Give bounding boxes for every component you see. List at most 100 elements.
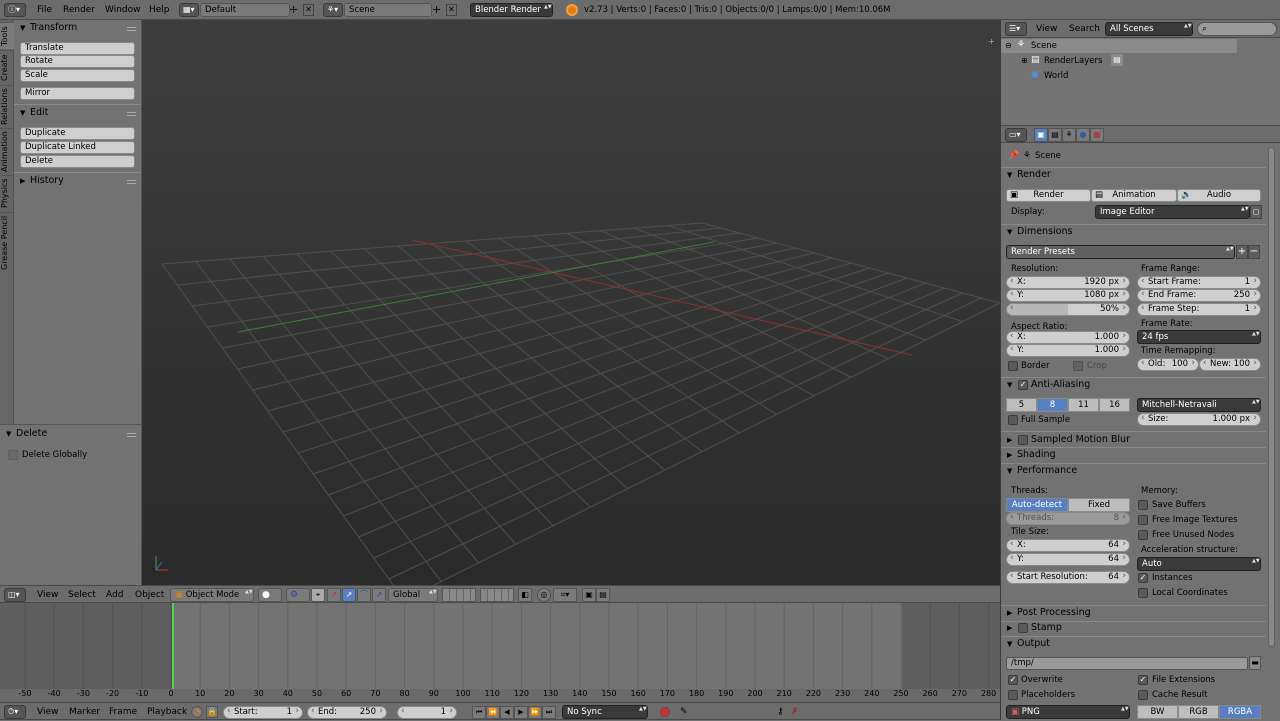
rotate-manipulator-icon[interactable]: ↗ [342, 588, 356, 602]
acceleration-structure-dropdown[interactable]: Auto [1137, 557, 1261, 571]
mirror-button[interactable]: Mirror [20, 87, 135, 100]
panel-header-delete[interactable]: ▼ Delete [6, 426, 47, 442]
resolution-percentage-slider[interactable]: 50% [1006, 303, 1130, 316]
output-path-field[interactable]: /tmp/ [1006, 657, 1248, 670]
insert-keyframe-icon[interactable]: ⚷ [777, 705, 791, 719]
properties-scrollbar[interactable] [1268, 147, 1275, 647]
audio-button[interactable]: 🔈 Audio [1177, 189, 1261, 202]
tab-tools[interactable]: Tools [0, 22, 14, 49]
display-filter-dropdown[interactable]: All Scenes [1105, 22, 1193, 36]
panel-header-post-processing[interactable]: ▶ Post Processing [1007, 605, 1091, 621]
lock-layers-icon[interactable]: ◧ [518, 588, 532, 602]
panel-header-edit[interactable]: ▼ Edit [20, 105, 48, 121]
menu-file[interactable]: File [37, 0, 52, 20]
stamp-checkbox[interactable] [1018, 623, 1028, 633]
threads-fixed-button[interactable]: Fixed [1068, 498, 1130, 512]
threads-count-field[interactable]: Threads: 8 [1006, 512, 1130, 525]
lock-interface-icon[interactable]: ▢ [1250, 205, 1262, 219]
viewport-shading-icon[interactable]: ● [258, 588, 282, 602]
menu-marker[interactable]: Marker [69, 703, 100, 721]
color-rgb-button[interactable]: RGB [1178, 705, 1219, 719]
context-scene-icon[interactable]: ⚘ [1062, 128, 1076, 142]
border-checkbox[interactable] [1008, 361, 1018, 371]
overwrite-checkbox[interactable]: ✓ [1008, 675, 1018, 685]
sync-mode-dropdown[interactable]: No Sync [562, 705, 648, 719]
mode-dropdown[interactable]: ▣ Object Mode [170, 588, 254, 602]
tab-animation[interactable]: Animation [0, 128, 14, 174]
context-world-icon[interactable]: ● [1076, 128, 1090, 142]
keying-set-icon[interactable]: ✎ [680, 705, 694, 719]
remap-new-field[interactable]: New:100 [1199, 358, 1261, 371]
display-dropdown[interactable]: Image Editor [1095, 205, 1250, 219]
render-anim-icon[interactable]: ▤ [596, 588, 610, 602]
file-extensions-checkbox[interactable]: ✓ [1138, 675, 1148, 685]
delete-keyframe-icon[interactable]: ✗ [791, 705, 805, 719]
placeholders-checkbox[interactable] [1008, 690, 1018, 700]
screen-layout-field[interactable]: Default [200, 3, 290, 17]
pivot-point-icon[interactable]: ⚙ [286, 588, 310, 602]
menu-add[interactable]: Add [106, 586, 123, 604]
render-engine-dropdown[interactable]: Blender Render [470, 3, 553, 17]
editor-type-timeline-icon[interactable]: ⏱▾ [4, 705, 26, 719]
resolution-x-field[interactable]: X: 1920 px [1006, 276, 1130, 289]
layers-group-a[interactable] [442, 588, 476, 602]
render-button[interactable]: ▣ Render [1006, 189, 1091, 202]
menu-help[interactable]: Help [149, 0, 170, 20]
menu-search[interactable]: Search [1069, 20, 1100, 38]
aspect-y-field[interactable]: Y: 1.000 [1006, 344, 1130, 357]
translate-button[interactable]: Translate [20, 42, 135, 55]
aa-size-field[interactable]: Size: 1.000 px [1137, 413, 1261, 426]
jump-end-icon[interactable]: ⏭ [542, 706, 556, 719]
orientation-dropdown[interactable]: Global [388, 588, 438, 602]
panel-header-motion-blur[interactable]: ▶ [1007, 432, 1017, 448]
start-frame-field[interactable]: Start: 1 [223, 706, 303, 719]
translate-manipulator-icon[interactable]: ↗ [327, 588, 341, 602]
aa-samples-11[interactable]: 11 [1068, 398, 1099, 412]
rotate-button[interactable]: Rotate [20, 55, 135, 68]
region-toggle-icon[interactable]: + [988, 38, 996, 46]
panel-header-render[interactable]: ▼ Render [1007, 167, 1051, 183]
editor-type-outliner-icon[interactable]: ☰▾ [1005, 22, 1027, 36]
tile-y-field[interactable]: Y: 64 [1006, 553, 1130, 566]
menu-view[interactable]: View [37, 586, 58, 604]
jump-keyframe-forward-icon[interactable]: ⏩ [528, 706, 542, 719]
delete-globally-checkbox[interactable] [8, 450, 18, 460]
panel-header-anti-aliasing[interactable]: ▼ [1007, 377, 1017, 393]
delete-button[interactable]: Delete [20, 155, 135, 168]
current-frame-field[interactable]: 1 [397, 706, 457, 719]
end-frame-field[interactable]: End Frame: 250 [1137, 289, 1261, 302]
panel-header-stamp[interactable]: ▶ [1007, 620, 1017, 636]
animation-button[interactable]: ▤ Animation [1091, 189, 1177, 202]
resolution-y-field[interactable]: Y: 1080 px [1006, 289, 1130, 302]
drag-grip-icon[interactable] [127, 112, 136, 116]
add-preset-icon[interactable]: + [1236, 245, 1248, 259]
cache-result-checkbox[interactable] [1138, 690, 1148, 700]
aa-samples-8[interactable]: 8 [1037, 398, 1068, 412]
outliner[interactable]: ⊖ ⚘ Scene ⊕ ▤ RenderLayers ▤ ● World [1001, 38, 1280, 125]
drag-grip-icon[interactable] [127, 27, 136, 31]
tab-physics[interactable]: Physics [0, 175, 14, 211]
scale-button[interactable]: Scale [20, 69, 135, 82]
area-divider[interactable] [1000, 20, 1001, 720]
panel-header-shading[interactable]: ▶ Shading [1007, 447, 1056, 463]
jump-keyframe-back-icon[interactable]: ⏪ [486, 706, 500, 719]
end-frame-field[interactable]: End: 250 [307, 706, 387, 719]
render-opengl-icon[interactable]: ▣ [582, 588, 596, 602]
expand-toggle-icon[interactable]: ⊕ [1021, 56, 1028, 65]
manipulator-toggle-icon[interactable]: ⌖ [311, 588, 325, 602]
instances-checkbox[interactable]: ✓ [1138, 573, 1148, 583]
timeline[interactable]: -50 -40 -30 -20 -10 0 10 20 30 40 50 60 70 80 90 100 110… [0, 603, 1000, 702]
menu-render[interactable]: Render [63, 0, 95, 20]
drag-grip-icon[interactable] [127, 433, 136, 437]
remove-layout-icon[interactable]: ✕ [303, 4, 314, 16]
add-scene-icon[interactable]: + [432, 3, 444, 17]
frame-step-field[interactable]: Frame Step: 1 [1137, 303, 1261, 316]
menu-object[interactable]: Object [135, 586, 164, 604]
preview-range-icon[interactable]: ◔ [191, 706, 203, 718]
render-layer-toggle-icon[interactable]: ▤ [1111, 54, 1123, 66]
aa-samples-16[interactable]: 16 [1099, 398, 1130, 412]
file-format-dropdown[interactable]: ▣ PNG [1006, 705, 1130, 719]
editor-type-info-icon[interactable]: ⓘ▾ [4, 3, 26, 17]
current-frame-line[interactable] [172, 603, 174, 689]
3d-viewport[interactable]: + [142, 20, 1000, 585]
